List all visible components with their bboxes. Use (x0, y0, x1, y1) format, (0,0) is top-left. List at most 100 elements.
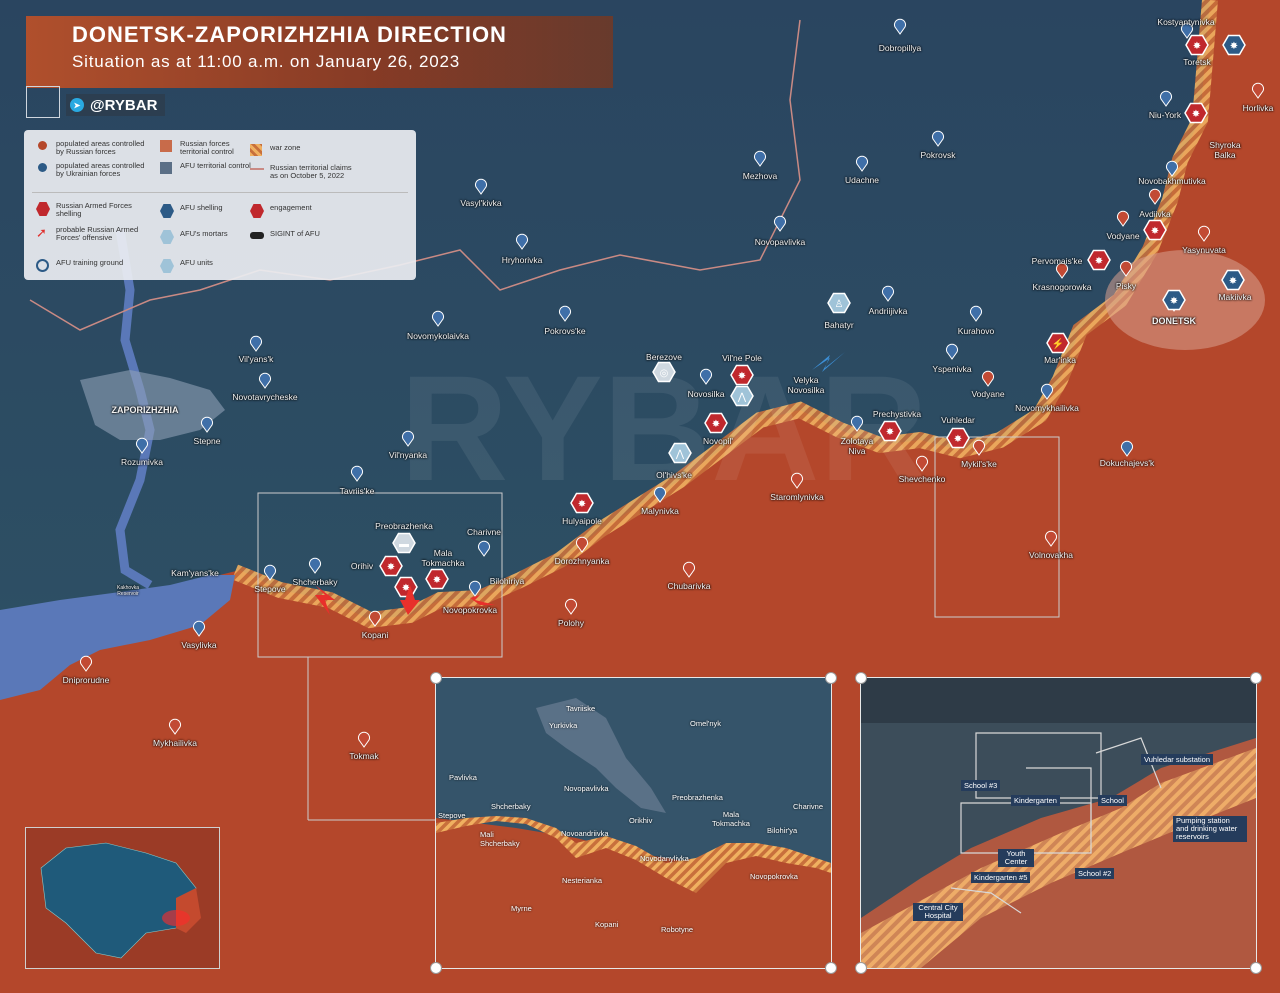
label-novatavrycheske: Novotavrycheske (232, 392, 298, 402)
label-berezove: Berezove (646, 352, 682, 362)
label-pervomaiske: Pervomais'ke (1031, 256, 1083, 266)
legend-panel: populated areas controlled by Russian fo… (24, 130, 416, 280)
label-polohy: Polohy (558, 618, 584, 628)
inset-handle[interactable] (1250, 962, 1262, 974)
inset-label-orikhiv: Orikhiv (629, 816, 653, 825)
legend-afu-units: AFU units (160, 259, 255, 273)
ukraine-outline (40, 842, 201, 959)
afu-control-icon (160, 162, 172, 174)
label-prechystivka: Prechystivka (872, 409, 922, 419)
label-orihiv: Orihiv (350, 561, 374, 571)
inset-handle[interactable] (855, 962, 867, 974)
inset-handle[interactable] (825, 962, 837, 974)
tag-school: School (1098, 795, 1127, 806)
inset-handle[interactable] (430, 962, 442, 974)
label-vodyane-north: Vodyane (1106, 231, 1140, 241)
tag-kindergarten-5: Kindergarten #5 (971, 872, 1031, 883)
label-olhivske: Ol'hivs'ke (656, 470, 692, 480)
label-vasylkivka: Vasyl'kivka (460, 198, 502, 208)
label-niu-york: Niu-York (1148, 110, 1182, 120)
inset-label-myrne: Myrne (511, 904, 532, 913)
label-mykhailivka: Mykhailivka (153, 738, 197, 748)
legend-war-zone: war zone (250, 144, 330, 156)
tag-school-2: School #2 (1075, 868, 1115, 879)
war-zone-icon (250, 144, 262, 156)
ru-shelling-icon (36, 202, 50, 216)
inset-label-novopavlivka: Novopavlivka (564, 784, 609, 793)
label-vuhledar: Vuhledar (941, 415, 975, 425)
label-bahatyr: Bahatyr (824, 320, 854, 330)
inset-handle[interactable] (855, 672, 867, 684)
target-icon (36, 259, 49, 272)
inset-label-mali-shcherbaky: Mali Shcherbaky (480, 830, 520, 848)
inset-label-novoandriivka: Novoandriivka (561, 829, 609, 838)
inset-label-charivne: Charivne (793, 802, 824, 811)
inset-handle[interactable] (430, 672, 442, 684)
inset-vuhledar: Vuhledar substation School #3 Kindergart… (860, 677, 1257, 969)
legend-sigint: SIGINT of AFU (250, 230, 345, 239)
inset-label-bilohiya: Bilohir'ya (767, 826, 798, 835)
label-stepove: Stepove (254, 584, 286, 594)
inset-handle[interactable] (1250, 672, 1262, 684)
label-velyka-novosilka: Velyka Novosilka (787, 375, 825, 395)
inset-label-omelnyk: Omel'nyk (690, 719, 722, 728)
label-tavriiske: Tavriis'ke (339, 486, 375, 496)
inset-label-tavriiske: Tavriiske (566, 704, 596, 713)
brand-badge[interactable]: ➤ @RYBAR (66, 94, 166, 116)
label-novopokrovka: Novopokrovka (442, 605, 498, 615)
label-donetsk: DONETSK (1151, 316, 1197, 326)
inset-label-kopani: Kopani (595, 920, 619, 929)
label-vilne-pole: Vil'ne Pole (722, 353, 762, 363)
map-title: DONETSK-ZAPORIZHZHIA DIRECTION (72, 22, 507, 47)
label-vilnyanka: Vil'nyanka (388, 450, 428, 460)
inset-label-nesterianka: Nesterianka (562, 876, 603, 885)
label-kopani: Kopani (361, 630, 389, 640)
inset-label-preobrazhenka: Preobrazhenka (672, 793, 723, 802)
label-dobropillya: Dobropillya (878, 43, 922, 53)
legend-engagement: engagement (250, 204, 345, 218)
tag-school-3: School #3 (961, 780, 1001, 791)
label-bilohiriya: Bilohiriya (489, 576, 525, 586)
inset-handle[interactable] (825, 672, 837, 684)
label-shyroka-balka: Shyroka Balka (1209, 140, 1241, 160)
tag-central-hospital: Central City Hospital (913, 903, 963, 921)
label-mala-tokmachka: Mala Tokmachka (421, 548, 465, 568)
claims-line-icon (250, 168, 264, 170)
afu-shelling-icon (160, 204, 174, 218)
label-pisky: Pisky (1115, 281, 1137, 291)
brand-label: @RYBAR (90, 96, 158, 114)
label-krasnogorowka: Krasnogorowka (1032, 282, 1092, 292)
legend-afu-mortars: AFU's mortars (160, 230, 255, 244)
label-pokrovsk: Pokrovsk (920, 150, 956, 160)
label-novopil: Novopil' (703, 436, 733, 446)
legend-afu-shelling: AFU shelling (160, 204, 255, 218)
label-yspenivka: Yspenivka (932, 364, 972, 374)
legend-afu-control: AFU territorial control (160, 162, 255, 174)
label-charivne: Charivne (466, 527, 502, 537)
label-stepne: Stepne (193, 436, 221, 446)
label-malynivka: Malynivka (641, 506, 679, 516)
ru-populated-icon (38, 141, 47, 150)
tag-kindergarten: Kindergarten (1011, 795, 1060, 806)
label-dokuchajevsk: Dokuchajevs'k (1099, 458, 1155, 468)
mortar-icon (160, 230, 174, 244)
label-chubarivka: Chubarivka (667, 581, 711, 591)
map-subtitle: Situation as at 11:00 a.m. on January 26… (72, 52, 461, 71)
inset-label-robotyne: Robotyne (661, 925, 694, 934)
label-volnovakha: Volnovakha (1029, 550, 1073, 560)
inset-label-shcherbaky: Shcherbaky (491, 802, 531, 811)
label-zolotaya-niva: Zolotaya Niva (840, 436, 874, 456)
inset-label-yurkivka: Yurkivka (549, 721, 578, 730)
watermark: RYBAR (400, 344, 928, 512)
label-toretsk: Toretsk (1183, 57, 1211, 67)
label-makiivka: Makiivka (1218, 292, 1252, 302)
inset-label-novodanylivka: Novodanylivka (640, 854, 689, 863)
legend-training: AFU training ground (36, 259, 146, 272)
label-novobakhmutivka: Novobakhmutivka (1138, 176, 1206, 186)
inset-label-novopokrovka: Novopokrovka (750, 872, 798, 881)
label-novosilka: Novosilka (687, 389, 725, 399)
legend-ua-populated: populated areas controlled by Ukrainian … (38, 162, 146, 178)
label-yasynuvata: Yasynuvata (1182, 245, 1226, 255)
legend-ru-control: Russian forces territorial control (160, 140, 255, 156)
label-staromlynivka: Staromlynivka (770, 492, 824, 502)
